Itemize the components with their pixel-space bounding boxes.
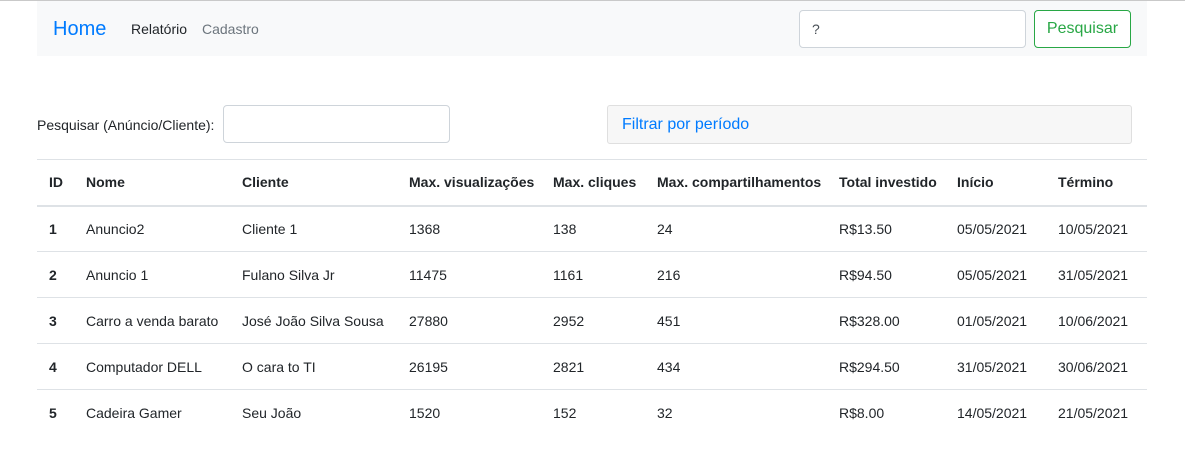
cell-max-compartilhamentos: 216 bbox=[645, 251, 827, 298]
nav-link-cadastro[interactable]: Cadastro bbox=[202, 20, 259, 38]
cell-max-cliques: 152 bbox=[541, 389, 645, 436]
table-row: 4 Computador DELL O cara to TI 26195 282… bbox=[37, 343, 1147, 390]
cell-max-visualizacoes: 26195 bbox=[397, 343, 541, 390]
filter-period-button[interactable]: Filtrar por período bbox=[607, 105, 1132, 144]
cell-total-investido: R$8.00 bbox=[827, 389, 945, 436]
column-header-cliente[interactable]: Cliente bbox=[230, 159, 397, 207]
table-header-row: ID Nome Cliente Max. visualizações Max. … bbox=[37, 159, 1147, 207]
cell-nome: Carro a venda barato bbox=[74, 297, 230, 344]
cell-max-visualizacoes: 1368 bbox=[409, 220, 441, 237]
brand-home-link[interactable]: Home bbox=[53, 15, 106, 43]
table-row: 3 Carro a venda barato José João Silva S… bbox=[37, 297, 1147, 344]
filter-label: Pesquisar (Anúncio/Cliente): bbox=[37, 117, 215, 133]
cell-inicio: 05/05/2021 bbox=[945, 251, 1046, 298]
cell-nome: Cadeira Gamer bbox=[74, 389, 230, 436]
search-button[interactable]: Pesquisar bbox=[1034, 10, 1131, 48]
cell-nome: Computador DELL bbox=[74, 343, 230, 390]
cell-max-cliques: 1161 bbox=[541, 251, 645, 298]
column-header-max-compartilhamentos[interactable]: Max. compartilhamentos bbox=[645, 159, 827, 207]
cell-max-visualizacoes: 1520 bbox=[397, 389, 541, 436]
navbar: Home Relatório Cadastro Pesquisar bbox=[37, 1, 1147, 56]
nav-link-relatorio[interactable]: Relatório bbox=[131, 20, 187, 38]
cell-max-cliques: 2952 bbox=[541, 297, 645, 344]
cell-max-cliques: 2821 bbox=[541, 343, 645, 390]
cell-max-compartilhamentos: 451 bbox=[645, 297, 827, 344]
cell-id: 3 bbox=[37, 297, 74, 344]
cell-inicio: 05/05/2021 bbox=[957, 220, 1028, 237]
cell-termino: 21/05/2021 bbox=[1046, 389, 1147, 436]
column-header-max-cliques[interactable]: Max. cliques bbox=[541, 159, 645, 207]
column-header-termino[interactable]: Término bbox=[1046, 159, 1147, 207]
cell-cliente: José João Silva Sousa bbox=[230, 297, 397, 344]
cell-id: 5 bbox=[37, 389, 74, 436]
cell-total-investido: R$294.50 bbox=[827, 343, 945, 390]
column-header-max-visualizacoes[interactable]: Max. visualizações bbox=[397, 159, 541, 207]
cell-id: 4 bbox=[37, 343, 74, 390]
table-row: 2 Anuncio 1 Fulano Silva Jr 11475 1161 2… bbox=[37, 251, 1147, 298]
cell-inicio: 14/05/2021 bbox=[945, 389, 1046, 436]
cell-inicio: 01/05/2021 bbox=[945, 297, 1046, 344]
cell-nome: Anuncio 1 bbox=[74, 251, 230, 298]
cell-total-investido: R$94.50 bbox=[827, 251, 945, 298]
cell-cliente: Cliente 1 bbox=[242, 220, 298, 237]
table-row: 5 Cadeira Gamer Seu João 1520 152 32 R$8… bbox=[37, 389, 1147, 436]
cell-inicio: 31/05/2021 bbox=[945, 343, 1046, 390]
cell-termino: 30/06/2021 bbox=[1046, 343, 1147, 390]
cell-max-compartilhamentos: 32 bbox=[645, 389, 827, 436]
column-header-id[interactable]: ID bbox=[37, 159, 74, 207]
table-row: 1 Anuncio2 Cliente 1 1368 138 24 R$13.50… bbox=[37, 206, 1147, 252]
filter-anuncio-cliente-input[interactable] bbox=[223, 105, 450, 143]
cell-max-compartilhamentos: 434 bbox=[645, 343, 827, 390]
column-header-inicio[interactable]: Início bbox=[945, 159, 1046, 207]
cell-nome: Anuncio2 bbox=[86, 220, 145, 237]
cell-max-visualizacoes: 11475 bbox=[397, 251, 541, 298]
cell-id: 1 bbox=[49, 220, 57, 237]
cell-total-investido: R$13.50 bbox=[839, 220, 892, 237]
cell-max-visualizacoes: 27880 bbox=[397, 297, 541, 344]
cell-termino: 10/06/2021 bbox=[1046, 297, 1147, 344]
cell-max-compartilhamentos: 24 bbox=[657, 220, 673, 237]
cell-termino: 10/05/2021 bbox=[1058, 220, 1129, 237]
cell-cliente: Fulano Silva Jr bbox=[230, 251, 397, 298]
column-header-nome[interactable]: Nome bbox=[74, 159, 230, 207]
cell-max-cliques: 138 bbox=[553, 220, 577, 237]
cell-termino: 31/05/2021 bbox=[1046, 251, 1147, 298]
cell-cliente: O cara to TI bbox=[230, 343, 397, 390]
ads-report-table: ID Nome Cliente Max. visualizações Max. … bbox=[37, 159, 1147, 436]
navbar-search-input[interactable] bbox=[799, 10, 1026, 48]
column-header-total-investido[interactable]: Total investido bbox=[827, 159, 945, 207]
cell-cliente: Seu João bbox=[230, 389, 397, 436]
cell-id: 2 bbox=[37, 251, 74, 298]
cell-total-investido: R$328.00 bbox=[827, 297, 945, 344]
